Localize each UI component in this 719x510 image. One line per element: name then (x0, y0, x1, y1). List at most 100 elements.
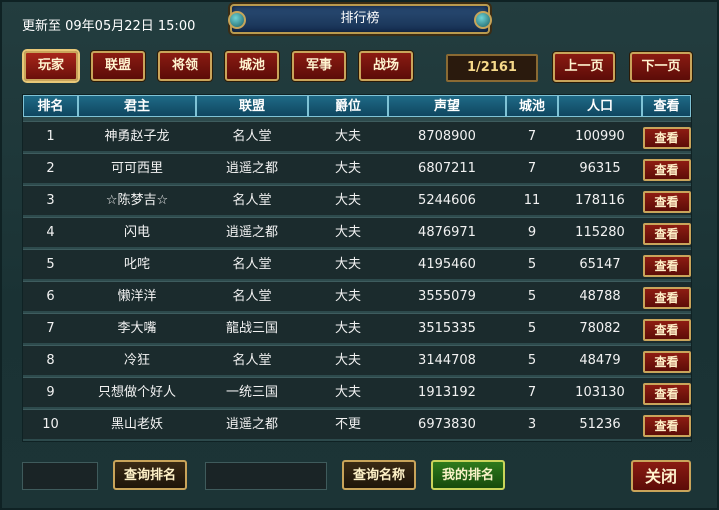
cell-view: 查看 (642, 314, 691, 343)
cell-cities: 7 (527, 129, 537, 144)
tab-battlefield[interactable]: 战场 (359, 51, 413, 81)
cell-prestige: 8708900 (418, 129, 476, 144)
view-button[interactable]: 查看 (642, 223, 691, 245)
cell-rank: 4 (46, 225, 55, 240)
cell-prestige: 3515335 (418, 321, 476, 336)
column-header-alliance[interactable]: 联盟 (196, 95, 308, 117)
cell-title: 大夫 (334, 321, 361, 336)
cell-view: 查看 (642, 122, 691, 151)
tab-alliances[interactable]: 联盟 (91, 51, 145, 81)
table-row: 5 叱咤 名人堂 大夫 4195460 5 65147 查看 (23, 249, 691, 279)
table-row: 9 只想做个好人 一统三国 大夫 1913192 7 103130 查看 (23, 377, 691, 407)
panel-title-text: 排行榜 (340, 11, 380, 26)
cell-cities: 11 (523, 193, 541, 208)
next-page-button[interactable]: 下一页 (630, 52, 692, 82)
column-header-lord[interactable]: 君主 (78, 95, 196, 117)
cell-cities: 3 (527, 417, 537, 432)
cell-cities: 5 (527, 289, 537, 304)
table-row: 10 黑山老妖 逍遥之都 不更 6973830 3 51236 查看 (23, 409, 691, 439)
update-timestamp: 更新至 09年05月22日 15:00 (22, 19, 196, 34)
cell-prestige: 3144708 (418, 353, 476, 368)
cell-lord: 闪电 (123, 225, 150, 240)
prev-page-button[interactable]: 上一页 (553, 52, 615, 82)
ranking-table: 排名 君主 联盟 爵位 声望 城池 人口 查看 1 神勇赵子龙 名人堂 大夫 87089… (22, 94, 692, 442)
cell-prestige: 4876971 (418, 225, 476, 240)
my-rank-button[interactable]: 我的排名 (431, 460, 505, 490)
tab-generals[interactable]: 将领 (158, 51, 212, 81)
cell-view: 查看 (642, 378, 691, 407)
cell-rank: 7 (46, 321, 55, 336)
column-header-cities[interactable]: 城池 (506, 95, 558, 117)
table-row: 4 闪电 逍遥之都 大夫 4876971 9 115280 查看 (23, 217, 691, 247)
view-button[interactable]: 查看 (642, 127, 691, 149)
view-button[interactable]: 查看 (642, 191, 691, 213)
view-button[interactable]: 查看 (642, 351, 691, 373)
cell-lord: 可可西里 (110, 161, 163, 176)
cell-cities: 7 (527, 385, 537, 400)
cell-alliance: 名人堂 (232, 193, 272, 208)
cell-alliance: 龍战三国 (225, 321, 278, 336)
view-button[interactable]: 查看 (642, 287, 691, 309)
tab-cities[interactable]: 城池 (225, 51, 279, 81)
cell-rank: 3 (46, 193, 55, 208)
cell-title: 大夫 (334, 289, 361, 304)
ranking-panel: 更新至 09年05月22日 15:00 排行榜 玩家 联盟 将领 城池 军事 战… (0, 0, 719, 510)
column-header-view: 查看 (642, 95, 691, 117)
table-row: 7 李大嘴 龍战三国 大夫 3515335 5 78082 查看 (23, 313, 691, 343)
cell-lord: 叱咤 (123, 257, 150, 272)
cell-lord: 神勇赵子龙 (104, 129, 170, 144)
query-rank-button[interactable]: 查询排名 (113, 460, 187, 490)
tab-military[interactable]: 军事 (292, 51, 346, 81)
view-button[interactable]: 查看 (642, 255, 691, 277)
column-header-population[interactable]: 人口 (558, 95, 642, 117)
table-row: 1 神勇赵子龙 名人堂 大夫 8708900 7 100990 查看 (23, 121, 691, 151)
view-button[interactable]: 查看 (642, 415, 691, 437)
cell-rank: 5 (46, 257, 55, 272)
cell-prestige: 5244606 (418, 193, 476, 208)
cell-prestige: 6973830 (418, 417, 476, 432)
cell-view: 查看 (642, 186, 691, 215)
cell-alliance: 逍遥之都 (225, 417, 278, 432)
cell-lord: ☆陈梦吉☆ (105, 193, 169, 208)
tab-players[interactable]: 玩家 (24, 51, 78, 81)
cell-population: 48479 (579, 353, 621, 368)
title-ornament-left-icon (228, 11, 246, 29)
cell-cities: 5 (527, 321, 537, 336)
name-input[interactable] (205, 462, 327, 490)
cell-population: 65147 (579, 257, 621, 272)
query-name-button[interactable]: 查询名称 (342, 460, 416, 490)
page-indicator: 1/2161 (446, 54, 538, 82)
table-row: 2 可可西里 逍遥之都 大夫 6807211 7 96315 查看 (23, 153, 691, 183)
rank-input[interactable] (22, 462, 98, 490)
cell-title: 大夫 (334, 225, 361, 240)
column-header-title[interactable]: 爵位 (308, 95, 388, 117)
cell-population: 51236 (579, 417, 621, 432)
cell-alliance: 名人堂 (232, 129, 272, 144)
cell-view: 查看 (642, 218, 691, 247)
cell-prestige: 1913192 (418, 385, 476, 400)
cell-alliance: 名人堂 (232, 257, 272, 272)
cell-title: 大夫 (334, 257, 361, 272)
cell-lord: 李大嘴 (117, 321, 157, 336)
cell-rank: 8 (46, 353, 55, 368)
cell-title: 大夫 (334, 161, 361, 176)
cell-population: 48788 (579, 289, 621, 304)
cell-alliance: 名人堂 (232, 289, 272, 304)
cell-title: 大夫 (334, 353, 361, 368)
view-button[interactable]: 查看 (642, 319, 691, 341)
column-header-rank[interactable]: 排名 (23, 95, 78, 117)
table-header: 排名 君主 联盟 爵位 声望 城池 人口 查看 (23, 95, 691, 119)
cell-population: 100990 (575, 129, 625, 144)
cell-title: 大夫 (334, 129, 361, 144)
cell-rank: 10 (42, 417, 59, 432)
cell-cities: 5 (527, 353, 537, 368)
view-button[interactable]: 查看 (642, 159, 691, 181)
close-button[interactable]: 关闭 (631, 460, 691, 492)
cell-view: 查看 (642, 282, 691, 311)
cell-lord: 懒洋洋 (117, 289, 157, 304)
column-header-prestige[interactable]: 声望 (388, 95, 506, 117)
cell-population: 78082 (579, 321, 621, 336)
view-button[interactable]: 查看 (642, 383, 691, 405)
table-row: 3 ☆陈梦吉☆ 名人堂 大夫 5244606 11 178116 查看 (23, 185, 691, 215)
table-row: 8 冷狂 名人堂 大夫 3144708 5 48479 查看 (23, 345, 691, 375)
